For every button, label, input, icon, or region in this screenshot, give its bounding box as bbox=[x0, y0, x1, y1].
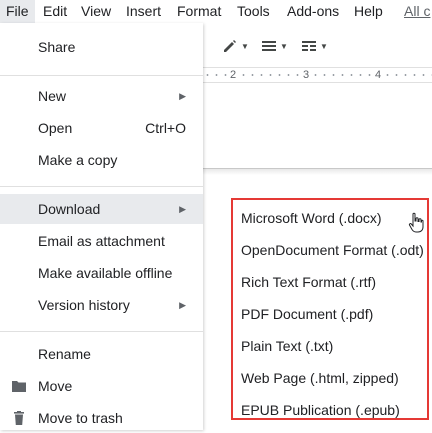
submenu-item-label: PDF Document (.pdf) bbox=[241, 306, 374, 322]
hand-pointer-icon bbox=[408, 212, 424, 233]
submenu-item-label: Rich Text Format (.rtf) bbox=[241, 274, 377, 290]
menu-file[interactable]: File bbox=[0, 0, 35, 23]
download-epub[interactable]: EPUB Publication (.epub) bbox=[233, 395, 427, 425]
align-tool[interactable]: ▼ bbox=[261, 33, 288, 59]
menu-item-download[interactable]: Download ▶ bbox=[0, 194, 203, 224]
download-rtf[interactable]: Rich Text Format (.rtf) bbox=[233, 267, 427, 297]
menu-item-trash[interactable]: Move to trash bbox=[0, 403, 203, 433]
submenu-arrow-icon: ▶ bbox=[179, 204, 186, 214]
menu-divider bbox=[0, 331, 203, 332]
line-spacing-icon bbox=[302, 41, 316, 51]
menu-item-label: Share bbox=[38, 39, 76, 55]
download-docx[interactable]: Microsoft Word (.docx) bbox=[233, 203, 427, 233]
submenu-item-label: EPUB Publication (.epub) bbox=[241, 402, 400, 418]
menu-help[interactable]: Help bbox=[348, 0, 389, 23]
menu-item-label: Version history bbox=[38, 297, 130, 313]
menu-item-offline[interactable]: Make available offline bbox=[0, 258, 203, 288]
menu-format[interactable]: Format bbox=[171, 0, 227, 23]
line-spacing-tool[interactable]: ▼ bbox=[301, 33, 328, 59]
menu-view[interactable]: View bbox=[75, 0, 117, 23]
folder-icon bbox=[12, 381, 26, 392]
ruler-number: 2 bbox=[229, 68, 238, 82]
submenu-item-label: OpenDocument Format (.odt) bbox=[241, 242, 424, 258]
menu-item-label: Make available offline bbox=[38, 265, 173, 281]
chevron-down-icon: ▼ bbox=[241, 41, 249, 51]
submenu-item-label: Microsoft Word (.docx) bbox=[241, 210, 382, 226]
menu-item-label: Email as attachment bbox=[38, 233, 165, 249]
menu-item-version-history[interactable]: Version history ▶ bbox=[0, 290, 203, 320]
menu-item-make-copy[interactable]: Make a copy bbox=[0, 145, 203, 175]
menu-item-label: Download bbox=[38, 201, 101, 217]
menu-divider bbox=[0, 75, 203, 76]
ruler-number: 4 bbox=[374, 68, 383, 82]
menu-item-move[interactable]: Move bbox=[0, 371, 203, 401]
menu-bar: File Edit View Insert Format Tools Add-o… bbox=[0, 0, 432, 23]
menu-item-label: Move to trash bbox=[38, 410, 123, 426]
menu-item-label: Make a copy bbox=[38, 152, 118, 168]
download-pdf[interactable]: PDF Document (.pdf) bbox=[233, 299, 427, 329]
ruler-ticks bbox=[203, 74, 432, 76]
menu-divider bbox=[0, 186, 203, 187]
menu-addons[interactable]: Add-ons bbox=[281, 0, 345, 23]
menu-item-label: Open bbox=[38, 120, 73, 136]
menu-item-label: New bbox=[38, 88, 67, 104]
shortcut-label: Ctrl+O bbox=[145, 120, 186, 136]
chevron-down-icon: ▼ bbox=[320, 41, 328, 51]
menu-item-email-attachment[interactable]: Email as attachment bbox=[0, 226, 203, 256]
download-html[interactable]: Web Page (.html, zipped) bbox=[233, 363, 427, 393]
download-submenu: Microsoft Word (.docx) OpenDocument Form… bbox=[231, 198, 429, 420]
menu-item-rename[interactable]: Rename bbox=[0, 339, 203, 369]
pencil-icon bbox=[224, 40, 236, 52]
menu-tools[interactable]: Tools bbox=[231, 0, 276, 23]
page-gap bbox=[203, 169, 432, 175]
all-changes-link[interactable]: All c bbox=[398, 0, 432, 23]
ruler-number: 3 bbox=[302, 68, 311, 82]
submenu-item-label: Web Page (.html, zipped) bbox=[241, 370, 399, 386]
align-icon bbox=[262, 41, 276, 51]
submenu-arrow-icon: ▶ bbox=[179, 300, 186, 310]
submenu-arrow-icon: ▶ bbox=[179, 91, 186, 101]
file-menu: Share New ▶ Open Ctrl+O Make a copy Down… bbox=[0, 23, 203, 430]
ruler: 2 3 4 bbox=[203, 67, 432, 83]
pencil-tool[interactable]: ▼ bbox=[222, 33, 249, 59]
download-txt[interactable]: Plain Text (.txt) bbox=[233, 331, 427, 361]
trash-icon bbox=[14, 411, 24, 425]
submenu-item-label: Plain Text (.txt) bbox=[241, 338, 334, 354]
menu-item-new[interactable]: New ▶ bbox=[0, 81, 203, 111]
menu-item-share[interactable]: Share bbox=[0, 32, 203, 62]
toolbar: ▼ ▼ ▼ bbox=[203, 33, 432, 59]
menu-item-open[interactable]: Open Ctrl+O bbox=[0, 113, 203, 143]
chevron-down-icon: ▼ bbox=[280, 41, 288, 51]
menu-item-label: Move bbox=[38, 378, 73, 394]
menu-insert[interactable]: Insert bbox=[120, 0, 167, 23]
menu-edit[interactable]: Edit bbox=[37, 0, 73, 23]
menu-item-label: Rename bbox=[38, 346, 91, 362]
download-odt[interactable]: OpenDocument Format (.odt) bbox=[233, 235, 427, 265]
